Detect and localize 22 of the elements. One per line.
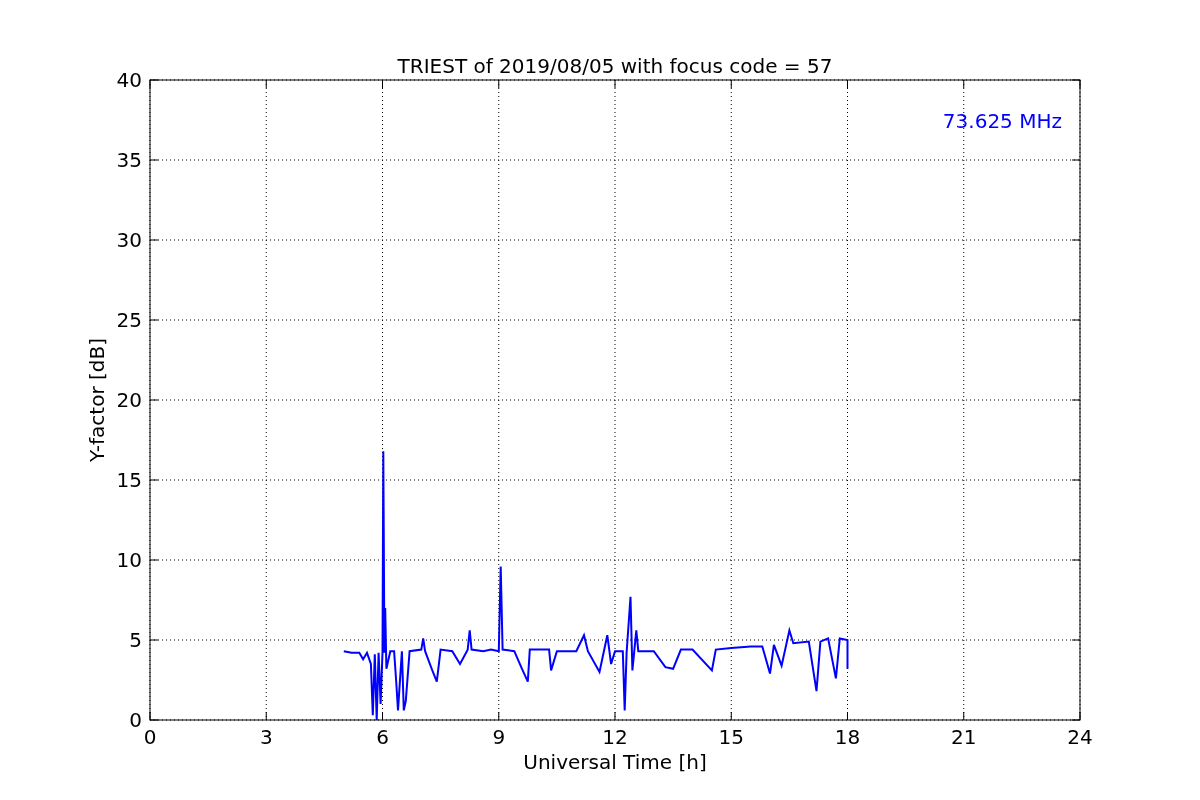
tick-label: 12 [602, 725, 628, 749]
tick-label: 15 [718, 725, 744, 749]
tick-label: 5 [129, 628, 142, 652]
tick-label: 24 [1067, 725, 1093, 749]
tick-label: 9 [492, 725, 506, 749]
tick-label: 3 [259, 725, 273, 749]
tick-label: 6 [376, 725, 389, 749]
tick-label: 35 [116, 148, 142, 172]
tick-label: 18 [834, 725, 861, 749]
tick-label: 20 [116, 388, 142, 412]
tick-label: 25 [116, 308, 142, 332]
chart-title: TRIEST of 2019/08/05 with focus code = 57 [397, 54, 833, 78]
series-label: 73.625 MHz [942, 109, 1062, 133]
tick-label: 0 [143, 725, 157, 749]
y-axis-label: Y-factor [dB] [85, 338, 109, 462]
tick-label: 15 [116, 468, 142, 492]
tick-label: 40 [116, 68, 142, 92]
x-axis-label: Universal Time [h] [523, 750, 707, 774]
tick-label: 21 [951, 725, 977, 749]
tick-label: 10 [116, 548, 142, 572]
tick-label: 0 [129, 708, 142, 732]
tick-label: 30 [116, 228, 142, 252]
